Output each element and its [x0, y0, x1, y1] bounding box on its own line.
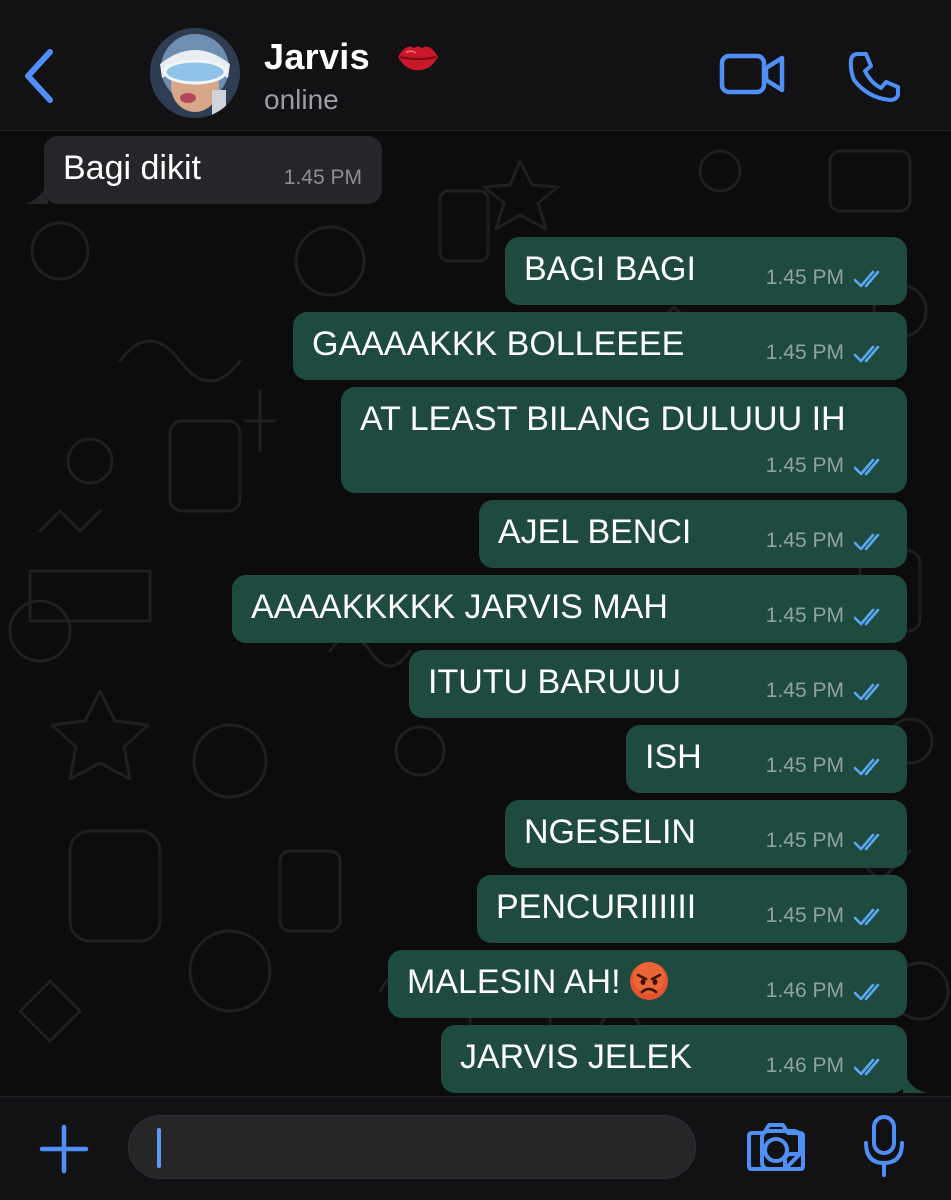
avatar-image — [150, 28, 240, 118]
message-text: BAGI BAGI — [524, 250, 696, 288]
message-time: 1.45 PM — [765, 829, 844, 852]
contact-status: online — [264, 84, 339, 115]
message-text: Bagi dikit — [63, 149, 201, 187]
message-time: 1.45 PM — [765, 754, 844, 777]
message-text: JARVIS JELEK — [460, 1038, 692, 1076]
attach-button[interactable] — [36, 1121, 92, 1177]
read-receipt-icon — [853, 833, 880, 851]
message-text: AJEL BENCI — [498, 513, 692, 551]
read-receipt-icon — [853, 983, 880, 1001]
message-bubble-incoming[interactable]: Bagi dikit 1.45 PM — [24, 136, 382, 204]
message-text: GAAAAKKK BOLLEEEE — [312, 325, 685, 363]
message-time: 1.46 PM — [765, 1054, 844, 1077]
voice-call-button[interactable] — [846, 50, 902, 102]
back-button[interactable] — [18, 46, 62, 106]
read-receipt-icon — [853, 458, 880, 476]
camera-icon — [747, 1123, 805, 1171]
message-bubble-outgoing[interactable]: GAAAAKKK BOLLEEEE 1.45 PM — [293, 312, 907, 380]
chat-header: Jarvis online — [0, 0, 951, 131]
message-time: 1.45 PM — [283, 166, 362, 189]
read-receipt-icon — [853, 270, 880, 288]
chevron-left-icon — [25, 49, 53, 103]
message-list[interactable]: Bagi dikit 1.45 PM BAGI BAGI 1.45 PM GAA… — [0, 131, 951, 1096]
contact-name[interactable]: Jarvis — [264, 36, 370, 78]
plus-icon — [39, 1124, 89, 1174]
message-time: 1.46 PM — [765, 979, 844, 1002]
avatar[interactable] — [150, 28, 240, 118]
message-bubble-outgoing[interactable]: NGESELIN 1.45 PM — [505, 800, 907, 868]
read-receipt-icon — [853, 1058, 880, 1076]
message-time: 1.45 PM — [765, 904, 844, 927]
message-bubble-outgoing[interactable]: BAGI BAGI 1.45 PM — [505, 237, 907, 305]
message-input[interactable] — [128, 1115, 802, 1179]
message-time: 1.45 PM — [765, 341, 844, 364]
lips-icon — [398, 46, 438, 71]
message-bubble-outgoing[interactable]: AJEL BENCI 1.45 PM — [479, 500, 907, 568]
message-time: 1.45 PM — [765, 529, 844, 552]
text-cursor — [157, 1128, 161, 1168]
message-bubble-outgoing[interactable]: AAAAKKKKK JARVIS MAH 1.45 PM — [232, 575, 907, 643]
angry-face-icon — [629, 962, 668, 1001]
composer-bar — [0, 1096, 951, 1200]
read-receipt-icon — [853, 908, 880, 926]
message-bubble-outgoing[interactable]: MALESIN AH! 1.46 PM — [388, 950, 907, 1018]
message-bubble-outgoing[interactable]: JARVIS JELEK 1.46 PM — [441, 1025, 927, 1093]
message-text: NGESELIN — [524, 813, 696, 851]
message-time: 1.45 PM — [765, 454, 844, 477]
read-receipt-icon — [853, 533, 880, 551]
read-receipt-icon — [853, 683, 880, 701]
message-text: ITUTU BARUUU — [428, 663, 682, 701]
message-text-content: MALESIN AH! — [407, 963, 621, 1001]
read-receipt-icon — [853, 758, 880, 776]
message-bubble-outgoing[interactable]: ISH 1.45 PM — [626, 725, 907, 793]
message-text: MALESIN AH! — [407, 960, 669, 1004]
message-text: ISH — [645, 738, 702, 776]
bubble-tail — [903, 1069, 927, 1093]
message-time: 1.45 PM — [765, 266, 844, 289]
bubble-tail — [24, 180, 48, 204]
message-text: AAAAKKKKK JARVIS MAH — [251, 588, 668, 626]
microphone-icon — [864, 1115, 904, 1177]
video-call-button[interactable] — [718, 50, 788, 98]
message-bubble-outgoing[interactable]: PENCURIIIIII 1.45 PM — [477, 875, 907, 943]
read-receipt-icon — [853, 345, 880, 363]
message-time: 1.45 PM — [765, 604, 844, 627]
message-text: AT LEAST BILANG DULUUU IH — [360, 400, 846, 438]
video-camera-icon — [719, 53, 785, 95]
message-bubble-outgoing[interactable]: ITUTU BARUUU 1.45 PM — [409, 650, 907, 718]
message-time: 1.45 PM — [765, 679, 844, 702]
message-bubble-outgoing[interactable]: AT LEAST BILANG DULUUU IH 1.45 PM — [341, 387, 907, 493]
camera-button[interactable] — [746, 1119, 806, 1173]
chat-screen: Jarvis online Bagi dikit 1.45 PM BAGI BA… — [0, 0, 951, 1200]
phone-icon — [848, 52, 900, 102]
microphone-button[interactable] — [862, 1113, 906, 1179]
read-receipt-icon — [853, 608, 880, 626]
message-text: PENCURIIIIII — [496, 888, 697, 926]
